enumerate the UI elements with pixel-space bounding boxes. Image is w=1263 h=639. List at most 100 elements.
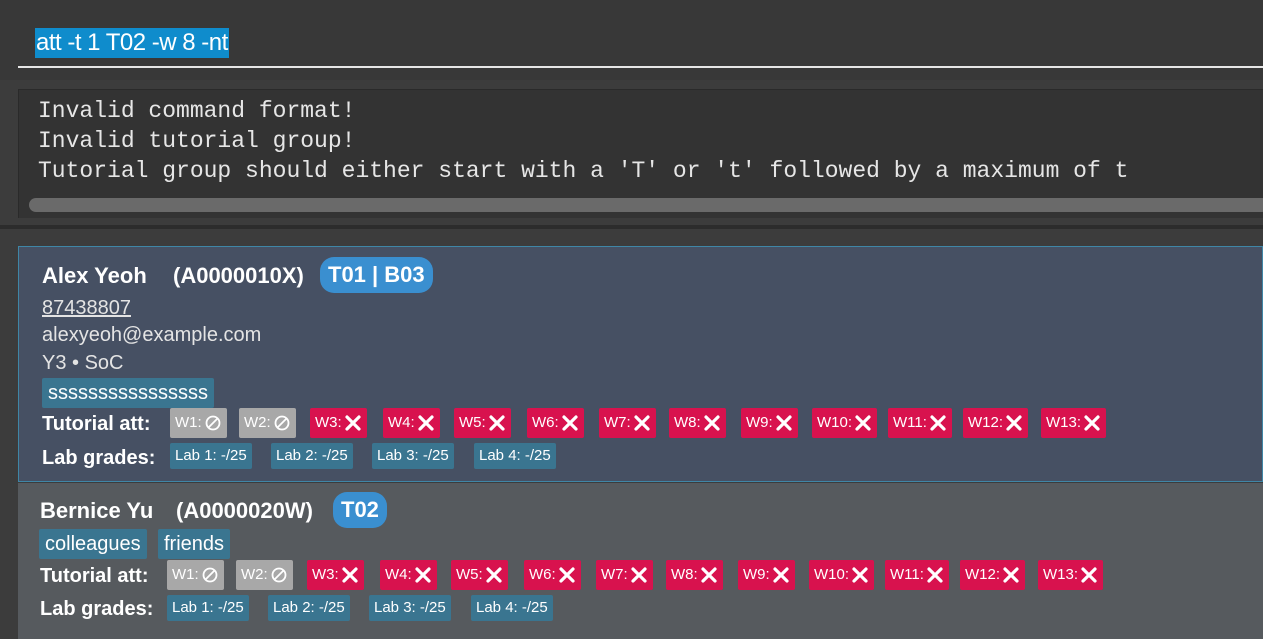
group-badge: T02 <box>333 492 387 528</box>
cross-icon <box>704 415 720 431</box>
attendance-chip-w5: W5: <box>454 408 511 438</box>
attendance-week-label: W1: <box>172 566 199 583</box>
cross-icon <box>930 415 946 431</box>
command-input[interactable]: att -t 1 T02 -w 8 -nt <box>18 18 1263 68</box>
attendance-week-label: W8: <box>671 566 698 583</box>
attendance-chip-w13: W13: <box>1041 408 1107 438</box>
attendance-chip-w9: W9: <box>741 408 798 438</box>
attendance-week-label: W12: <box>965 566 1001 583</box>
lab-grades-label: Lab grades: <box>42 447 156 469</box>
cross-icon <box>1006 415 1022 431</box>
attendance-week-label: W4: <box>388 414 415 431</box>
attendance-chip-w10: W10: <box>812 408 878 438</box>
no-entry-icon <box>205 415 221 431</box>
attendance-chip-w2: W2: <box>236 560 293 590</box>
tag: colleagues <box>39 529 147 559</box>
phone-number: 87438807 <box>42 297 131 319</box>
cross-icon <box>1003 567 1019 583</box>
attendance-chip-w4: W4: <box>383 408 440 438</box>
lab-grade-chip: Lab 3: -/25 <box>369 595 451 621</box>
person-card[interactable]: Alex Yeoh (A0000010X) T01 | B03 87438807… <box>18 246 1263 482</box>
attendance-chip-w7: W7: <box>596 560 653 590</box>
cross-icon <box>852 567 868 583</box>
attendance-chip-w11: W11: <box>885 560 949 590</box>
attendance-week-label: W3: <box>312 566 339 583</box>
tutorial-attendance-label: Tutorial att: <box>40 565 149 587</box>
attendance-chip-w3: W3: <box>307 560 364 590</box>
lab-grade-chip: Lab 2: -/25 <box>271 443 353 469</box>
person-name: Alex Yeoh <box>42 263 147 288</box>
attendance-chip-w8: W8: <box>666 560 723 590</box>
cross-icon <box>1084 415 1100 431</box>
attendance-week-label: W7: <box>604 414 631 431</box>
tag: friends <box>158 529 231 559</box>
attendance-chip-w12: W12: <box>960 560 1026 590</box>
no-entry-icon <box>274 415 290 431</box>
command-bar: att -t 1 T02 -w 8 -nt <box>0 0 1263 80</box>
cross-icon <box>631 567 647 583</box>
year-faculty: Y3 • SoC <box>42 352 124 374</box>
no-entry-icon <box>202 567 218 583</box>
cross-icon <box>486 567 502 583</box>
attendance-chip-w10: W10: <box>809 560 875 590</box>
horizontal-scrollbar[interactable] <box>29 198 1263 212</box>
attendance-chip-w7: W7: <box>599 408 656 438</box>
cross-icon <box>418 415 434 431</box>
cross-icon <box>701 567 717 583</box>
cross-icon <box>562 415 578 431</box>
attendance-week-label: W2: <box>244 414 271 431</box>
attendance-week-label: W11: <box>893 414 927 431</box>
cross-icon <box>342 567 358 583</box>
email: alexyeoh@example.com <box>42 324 262 346</box>
person-list[interactable]: Alex Yeoh (A0000010X) T01 | B03 87438807… <box>0 229 1263 639</box>
result-line: Tutorial group should either start with … <box>38 158 1129 184</box>
attendance-week-label: W7: <box>601 566 628 583</box>
result-line: Invalid command format! <box>38 98 356 124</box>
cross-icon <box>415 567 431 583</box>
lab-grade-chip: Lab 4: -/25 <box>474 443 556 469</box>
no-entry-icon <box>271 567 287 583</box>
cross-icon <box>773 567 789 583</box>
cross-icon <box>855 415 871 431</box>
cross-icon <box>489 415 505 431</box>
cross-icon <box>634 415 650 431</box>
attendance-week-label: W4: <box>385 566 412 583</box>
person-card[interactable]: Bernice Yu (A0000020W) T02 colleagues fr… <box>18 483 1263 639</box>
tutorial-attendance-label: Tutorial att: <box>42 413 151 435</box>
attendance-chip-w6: W6: <box>527 408 584 438</box>
tag: ssssssssssssssss <box>42 378 214 408</box>
student-id: (A0000010X) <box>173 263 304 288</box>
attendance-chip-w3: W3: <box>310 408 367 438</box>
result-line: Invalid tutorial group! <box>38 128 356 154</box>
attendance-week-label: W10: <box>817 414 853 431</box>
cross-icon <box>559 567 575 583</box>
person-name: Bernice Yu <box>40 498 154 523</box>
attendance-chip-w5: W5: <box>451 560 508 590</box>
attendance-week-label: W9: <box>743 566 770 583</box>
attendance-chip-w1: W1: <box>167 560 224 590</box>
attendance-week-label: W6: <box>529 566 556 583</box>
attendance-chip-w4: W4: <box>380 560 437 590</box>
attendance-chip-w6: W6: <box>524 560 581 590</box>
lab-grade-chip: Lab 1: -/25 <box>167 595 249 621</box>
attendance-week-label: W11: <box>890 566 924 583</box>
lab-grades-label: Lab grades: <box>40 598 154 620</box>
cross-icon <box>776 415 792 431</box>
command-input-text[interactable]: att -t 1 T02 -w 8 -nt <box>35 28 229 58</box>
attendance-week-label: W5: <box>459 414 486 431</box>
attendance-week-label: W6: <box>532 414 559 431</box>
lab-grade-chip: Lab 4: -/25 <box>471 595 553 621</box>
attendance-week-label: W2: <box>241 566 268 583</box>
result-display: Invalid command format! Invalid tutorial… <box>18 89 1263 218</box>
attendance-chip-w8: W8: <box>669 408 726 438</box>
attendance-chip-w13: W13: <box>1038 560 1104 590</box>
lab-grade-chip: Lab 3: -/25 <box>372 443 454 469</box>
attendance-week-label: W10: <box>814 566 850 583</box>
attendance-week-label: W12: <box>968 414 1004 431</box>
cross-icon <box>1081 567 1097 583</box>
cross-icon <box>345 415 361 431</box>
attendance-chip-w9: W9: <box>738 560 795 590</box>
attendance-week-label: W5: <box>456 566 483 583</box>
attendance-week-label: W13: <box>1046 414 1082 431</box>
attendance-chip-w12: W12: <box>963 408 1029 438</box>
